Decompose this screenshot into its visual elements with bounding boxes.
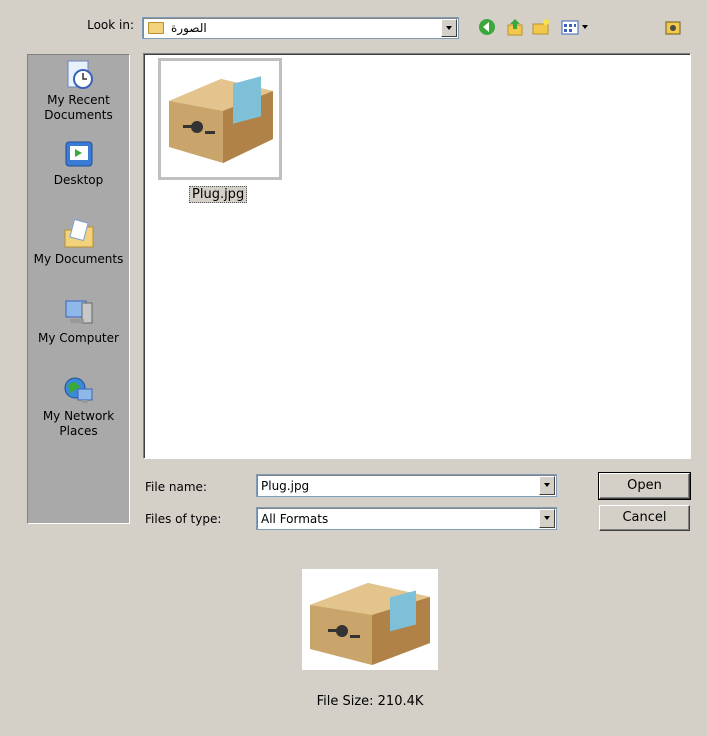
desktop-icon[interactable]	[663, 17, 683, 37]
file-name-label[interactable]: Plug.jpg	[189, 186, 248, 203]
place-label: My Network Places	[42, 409, 115, 438]
back-icon[interactable]	[477, 17, 497, 37]
file-type-label-text: Files of type:	[145, 512, 222, 526]
place-my-documents[interactable]: My Documents	[28, 218, 129, 267]
place-my-computer[interactable]: My Computer	[28, 297, 129, 346]
desktop-icon	[62, 139, 96, 171]
new-folder-icon[interactable]	[531, 17, 551, 37]
look-in-combo[interactable]: الصورة	[142, 17, 459, 39]
file-size-text: File Size: 210.4K	[316, 694, 424, 709]
image-preview	[302, 569, 438, 670]
place-label: My Documents	[33, 252, 124, 266]
view-menu-icon[interactable]	[560, 17, 592, 37]
file-type-value: All Formats	[261, 512, 329, 526]
place-label: Desktop	[53, 173, 104, 187]
place-desktop[interactable]: Desktop	[28, 139, 129, 188]
file-name-value: Plug.jpg	[261, 479, 310, 493]
file-name-label-text: File name:	[145, 480, 207, 494]
my-computer-icon	[62, 297, 96, 329]
place-label: My Recent Documents	[44, 93, 113, 122]
look-in-folder-name: الصورة	[171, 21, 207, 35]
look-in-label: Look in:	[87, 18, 134, 32]
network-places-icon	[62, 375, 96, 407]
chevron-down-icon[interactable]	[441, 19, 457, 37]
place-label: My Computer	[38, 331, 119, 345]
up-folder-icon[interactable]	[505, 17, 525, 37]
folder-icon	[148, 22, 164, 34]
plug-image	[161, 61, 279, 177]
recent-documents-icon	[62, 59, 96, 91]
place-network-places[interactable]: My Network Places	[28, 375, 129, 439]
file-type-select[interactable]: All Formats	[256, 507, 557, 530]
chevron-down-icon[interactable]	[539, 509, 555, 528]
file-thumbnail[interactable]	[158, 58, 282, 180]
chevron-down-icon[interactable]	[539, 476, 555, 495]
cancel-button[interactable]: Cancel	[599, 505, 690, 531]
open-button[interactable]: Open	[598, 472, 691, 500]
file-name-input[interactable]: Plug.jpg	[256, 474, 557, 497]
my-documents-icon	[62, 218, 96, 250]
places-bar: My Recent Documents Desktop My Documents…	[27, 54, 130, 524]
place-recent-documents[interactable]: My Recent Documents	[28, 59, 129, 123]
